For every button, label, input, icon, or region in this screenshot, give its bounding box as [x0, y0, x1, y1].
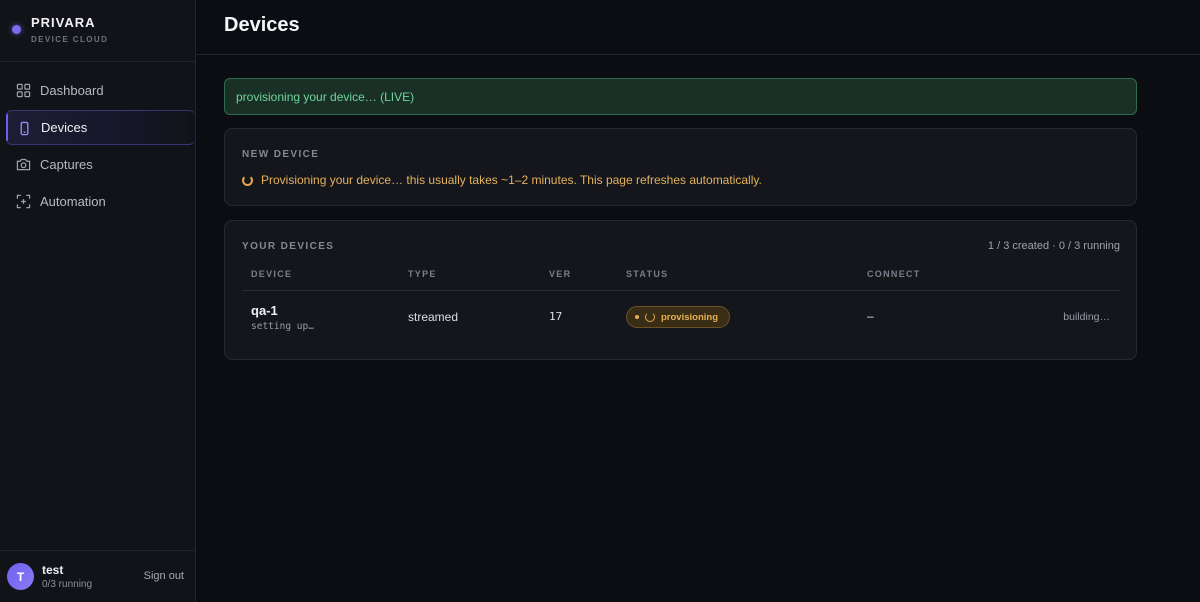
scan-icon	[16, 194, 31, 209]
sidebar-item-label: Captures	[40, 157, 93, 172]
provisioning-message-text: Provisioning your device… this usually t…	[261, 173, 762, 187]
device-type: streamed	[408, 310, 459, 324]
your-devices-title: YOUR DEVICES	[242, 241, 335, 252]
spinner-icon	[645, 312, 655, 322]
sidebar-item-dashboard[interactable]: Dashboard	[6, 73, 195, 108]
column-header-type: TYPE	[408, 269, 437, 279]
brand-subtitle: DEVICE CLOUD	[31, 35, 109, 44]
provisioning-message: Provisioning your device… this usually t…	[242, 173, 762, 187]
sidebar-item-automation[interactable]: Automation	[6, 184, 195, 219]
user-name: test	[42, 563, 64, 577]
device-action-status: building…	[1063, 311, 1110, 323]
sign-out-button[interactable]: Sign out	[144, 570, 184, 582]
sidebar-item-label: Devices	[41, 120, 88, 135]
user-panel: T test 0/3 running Sign out	[0, 550, 195, 602]
brand: PRIVARA DEVICE CLOUD	[0, 0, 195, 62]
sidebar-nav: Dashboard Devices Captures Automation	[6, 73, 195, 221]
new-device-title: NEW DEVICE	[242, 149, 320, 160]
spinner-icon	[242, 174, 253, 186]
column-header-status: STATUS	[626, 269, 669, 279]
your-devices-card: YOUR DEVICES 1 / 3 created · 0 / 3 runni…	[224, 220, 1137, 360]
column-header-device: DEVICE	[251, 269, 293, 279]
sidebar-item-label: Automation	[40, 194, 106, 209]
grid-icon	[16, 83, 31, 98]
user-running-status: 0/3 running	[42, 579, 93, 590]
status-badge: provisioning	[626, 306, 730, 328]
new-device-card: NEW DEVICE Provisioning your device… thi…	[224, 128, 1137, 206]
sidebar: PRIVARA DEVICE CLOUD Dashboard Devices C…	[0, 0, 196, 602]
devices-summary: 1 / 3 created · 0 / 3 running	[987, 240, 1120, 252]
table-header-divider	[242, 290, 1120, 291]
brand-name: PRIVARA	[31, 15, 96, 30]
column-header-connect: CONNECT	[867, 269, 921, 279]
avatar[interactable]: T	[7, 563, 34, 590]
sidebar-item-devices[interactable]: Devices	[6, 110, 195, 145]
sidebar-item-captures[interactable]: Captures	[6, 147, 195, 182]
camera-icon	[16, 158, 31, 171]
page-header: Devices	[196, 0, 1200, 55]
device-connect: –	[867, 309, 874, 323]
status-badge-label: provisioning	[661, 311, 718, 323]
brand-status-dot-icon	[12, 25, 21, 34]
device-name: qa-1	[251, 303, 278, 318]
sidebar-item-label: Dashboard	[40, 83, 104, 98]
status-dot-icon	[635, 315, 639, 319]
device-subtext: setting up…	[251, 321, 314, 332]
alert-text: provisioning your device… (LIVE)	[236, 89, 415, 104]
phone-icon	[20, 121, 29, 136]
page-title: Devices	[224, 14, 300, 36]
column-header-ver: VER	[549, 269, 572, 279]
live-status-alert: provisioning your device… (LIVE)	[224, 78, 1137, 115]
device-version: 17	[549, 310, 563, 323]
